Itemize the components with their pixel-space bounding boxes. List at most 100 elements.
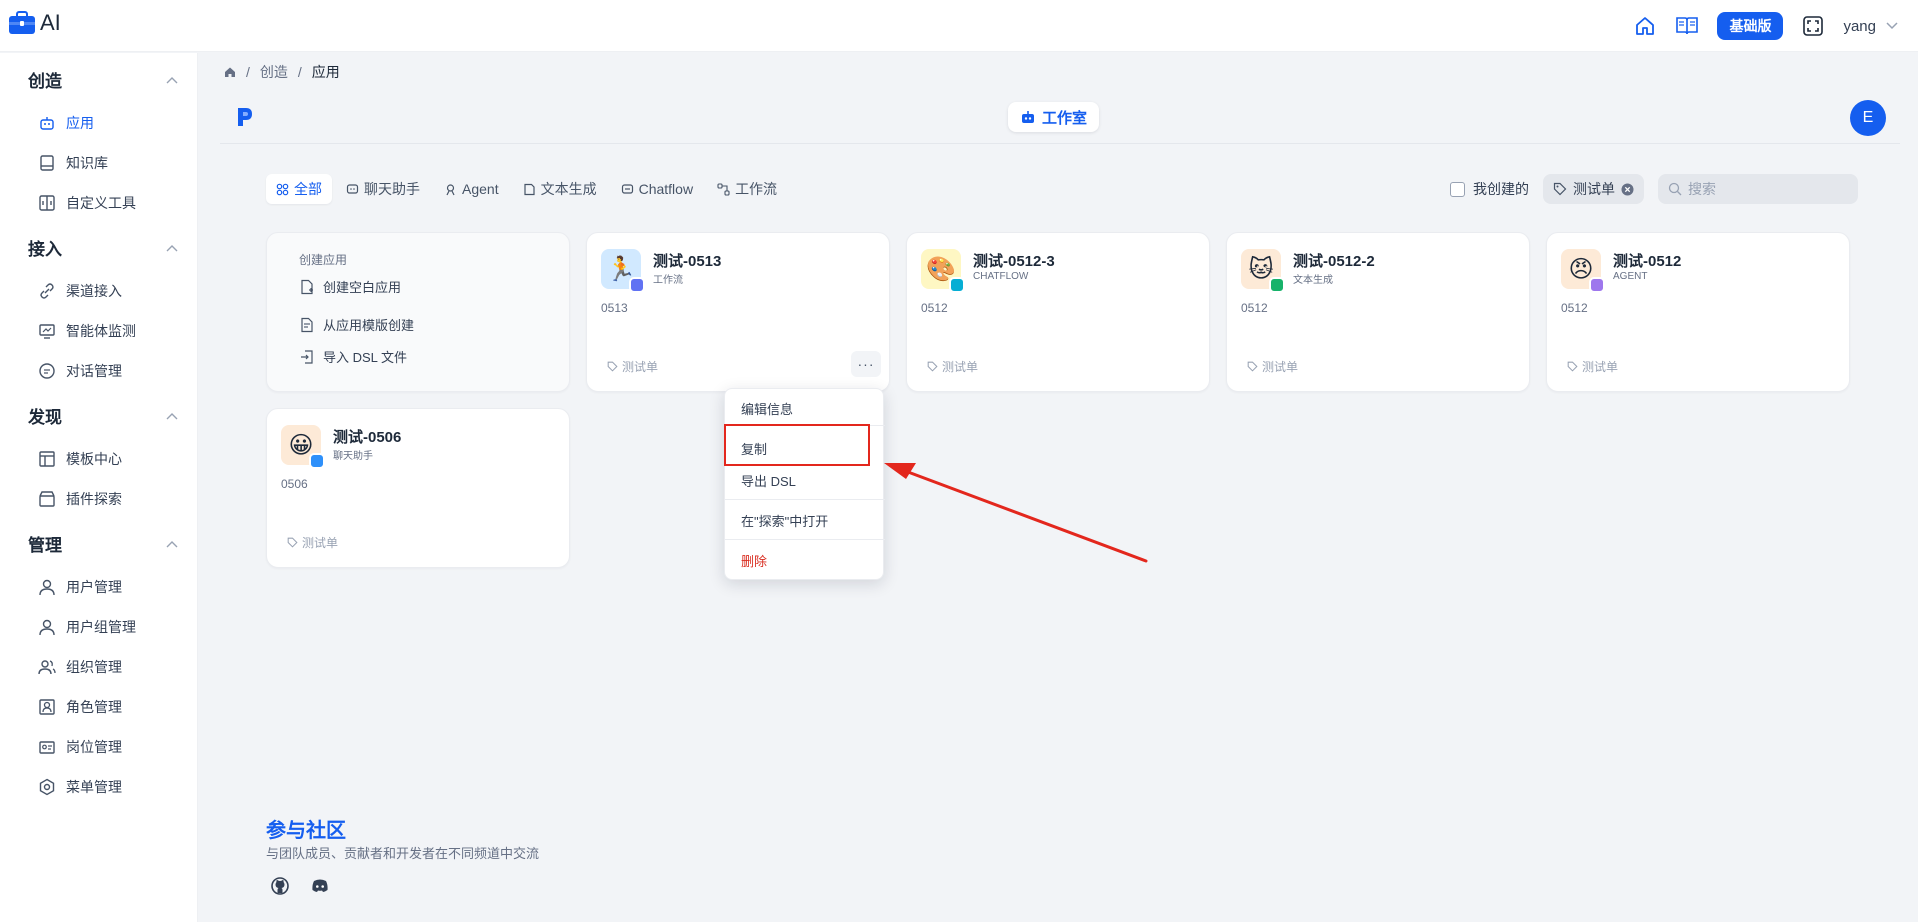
search-input[interactable]: 搜索: [1658, 174, 1858, 204]
user-menu[interactable]: yang: [1843, 18, 1898, 35]
app-description: 0512: [1561, 301, 1588, 315]
sidebar-item-plugins[interactable]: 插件探索: [38, 489, 188, 509]
username: yang: [1843, 17, 1876, 35]
chevron-down-icon: [1886, 22, 1898, 30]
github-icon[interactable]: [270, 876, 290, 896]
discord-icon[interactable]: [310, 876, 330, 896]
chevron-up-icon: [166, 540, 178, 547]
tab-chat-assistant[interactable]: 聊天助手: [336, 174, 430, 204]
import-dsl-button[interactable]: 导入 DSL 文件: [299, 347, 407, 366]
tab-all[interactable]: 全部: [266, 174, 332, 204]
robot-icon: [40, 117, 54, 130]
chevron-up-icon: [166, 412, 178, 419]
app-icon: 😀: [281, 425, 325, 469]
id-card-icon: [39, 699, 55, 715]
community-title: 参与社区: [266, 820, 346, 842]
app-card[interactable]: 😠 测试-0512 AGENT 0512 测试单: [1546, 232, 1850, 392]
app-tag[interactable]: 测试单: [287, 534, 338, 551]
created-by-me-checkbox[interactable]: 我创建的: [1450, 179, 1529, 199]
clear-icon[interactable]: [1621, 183, 1634, 196]
sidebar-item-conversations[interactable]: 对话管理: [38, 361, 188, 381]
menu-export-dsl[interactable]: 导出 DSL: [741, 471, 796, 490]
sidebar-item-apps[interactable]: 应用: [38, 113, 188, 133]
file-plus-icon: [301, 279, 313, 294]
sidebar-item-monitor[interactable]: 智能体监测: [38, 321, 188, 341]
app-name: 测试-0512-2: [1293, 253, 1375, 270]
app-card[interactable]: 😀 测试-0506 聊天助手 0506 测试单: [266, 408, 570, 568]
badge-icon: [39, 741, 55, 754]
chat-icon: [39, 363, 55, 379]
sidebar-item-roles[interactable]: 角色管理: [38, 697, 188, 717]
avatar[interactable]: E: [1850, 100, 1886, 136]
tag-icon: [1567, 361, 1578, 372]
book-icon: [40, 155, 54, 171]
community-description: 与团队成员、贡献者和开发者在不同频道中交流: [266, 846, 540, 861]
app-name: 测试-0513: [653, 253, 722, 270]
app-type: 文本生成: [1293, 275, 1333, 286]
sidebar-item-positions[interactable]: 岗位管理: [38, 737, 188, 757]
annotation-arrow-icon: [884, 463, 1148, 563]
app-tag[interactable]: 测试单: [927, 358, 978, 375]
app-type: CHATFLOW: [973, 271, 1029, 282]
social-links: [270, 876, 330, 896]
more-options-button[interactable]: ···: [851, 351, 881, 377]
sidebar-item-menus[interactable]: 菜单管理: [38, 777, 188, 797]
studio-button[interactable]: 工作室: [1008, 102, 1100, 132]
search-placeholder: 搜索: [1688, 181, 1716, 197]
tab-agent[interactable]: Agent: [434, 174, 509, 204]
book-icon[interactable]: [1675, 14, 1699, 38]
tab-text-generation[interactable]: 文本生成: [513, 174, 607, 204]
tag-icon: [927, 361, 938, 372]
app-description: 0512: [1241, 301, 1268, 315]
top-bar: AI 基础版 yang: [0, 0, 1918, 52]
app-logo[interactable]: AI: [8, 10, 61, 36]
app-description: 0513: [601, 301, 628, 315]
home-icon[interactable]: [1633, 14, 1657, 38]
tag-icon: [1247, 361, 1258, 372]
sidebar-item-user-groups[interactable]: 用户组管理: [38, 617, 188, 637]
sidebar-item-templates[interactable]: 模板中心: [38, 449, 188, 469]
sidebar-item-organizations[interactable]: 组织管理: [38, 657, 188, 677]
menu-edit-info[interactable]: 编辑信息: [741, 399, 793, 418]
sidebar-item-knowledge[interactable]: 知识库: [38, 153, 188, 173]
tag-icon: [607, 361, 618, 372]
create-blank-app-button[interactable]: 创建空白应用: [299, 277, 401, 296]
monitor-icon: [39, 324, 55, 339]
breadcrumb-item[interactable]: 创造: [260, 62, 288, 82]
app-tag[interactable]: 测试单: [1567, 358, 1618, 375]
menu-delete[interactable]: 删除: [741, 551, 767, 570]
sidebar-item-custom-tools[interactable]: 自定义工具: [38, 193, 188, 213]
checkbox[interactable]: [1450, 181, 1465, 197]
breadcrumb: / 创造 / 应用: [224, 62, 340, 82]
sidebar-section-access[interactable]: 接入: [28, 235, 178, 260]
fullscreen-icon[interactable]: [1801, 14, 1825, 38]
plan-badge[interactable]: 基础版: [1717, 12, 1784, 40]
agent-icon: [446, 183, 455, 195]
app-card[interactable]: 🐱 测试-0512-2 文本生成 0512 测试单: [1226, 232, 1530, 392]
workflow-badge-icon: [629, 277, 645, 293]
sidebar-item-channels[interactable]: 渠道接入: [38, 281, 188, 301]
app-name: 测试-0512: [1613, 253, 1682, 270]
create-from-template-button[interactable]: 从应用模版创建: [299, 315, 414, 334]
app-card[interactable]: 🏃 测试-0513 工作流 0513 测试单 ···: [586, 232, 890, 392]
app-tag[interactable]: 测试单: [607, 358, 658, 375]
app-card[interactable]: 🎨 测试-0512-3 CHATFLOW 0512 测试单: [906, 232, 1210, 392]
store-icon: [39, 491, 55, 507]
menu-open-in-explore[interactable]: 在"探索"中打开: [741, 511, 828, 530]
menu-divider: [725, 539, 885, 540]
grid-icon: [276, 183, 289, 195]
sidebar-item-users[interactable]: 用户管理: [38, 577, 188, 597]
tab-workflow[interactable]: 工作流: [707, 174, 787, 204]
user-icon: [39, 579, 55, 596]
sidebar-section-discover[interactable]: 发现: [28, 403, 178, 428]
app-description: 0512: [921, 301, 948, 315]
user-icon: [39, 619, 55, 636]
tag-filter[interactable]: 测试单: [1543, 174, 1644, 204]
sidebar-section-create[interactable]: 创造: [28, 67, 178, 92]
sidebar-section-manage[interactable]: 管理: [28, 531, 178, 556]
app-tag[interactable]: 测试单: [1247, 358, 1298, 375]
chevron-up-icon: [166, 76, 178, 83]
chatflow-badge-icon: [949, 277, 965, 293]
home-icon[interactable]: [224, 66, 236, 78]
tab-chatflow[interactable]: Chatflow: [611, 174, 703, 204]
